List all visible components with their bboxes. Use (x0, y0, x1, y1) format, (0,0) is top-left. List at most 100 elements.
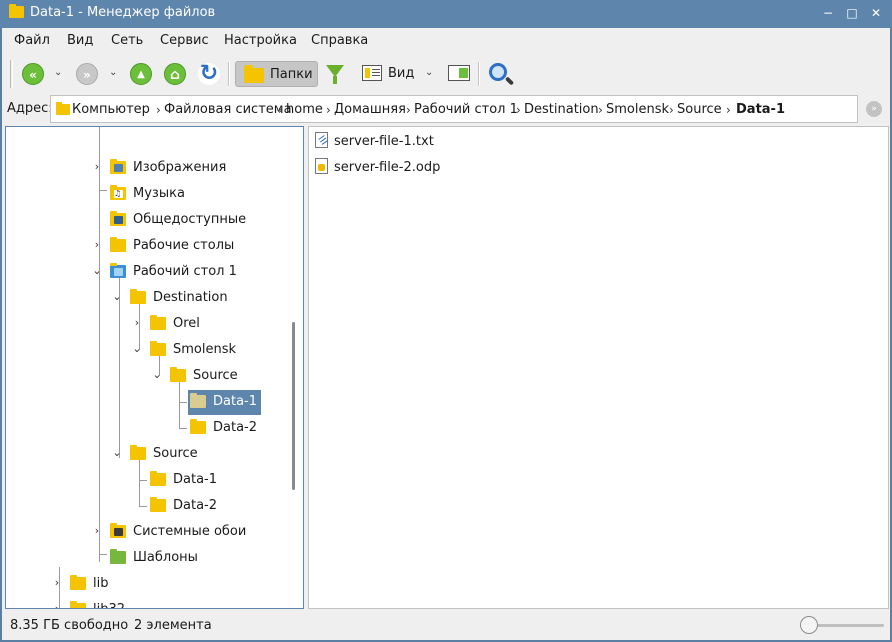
tree-item-lib32[interactable]: › lib32 (6, 598, 286, 608)
folder-icon (150, 497, 166, 512)
tree-scrollbar[interactable] (292, 322, 295, 490)
tree-item-label: Source (153, 446, 198, 461)
tree-item-images[interactable]: › Изображения (6, 156, 286, 180)
minimize-button[interactable]: − (821, 6, 835, 20)
crumb-computer[interactable]: Компьютер (72, 102, 150, 117)
crumb-smolensk[interactable]: Smolensk (606, 102, 669, 117)
file-name: server-file-1.txt (334, 134, 434, 149)
crumb-separator: › (406, 103, 411, 117)
menu-bar: Файл Вид Сеть Сервис Настройка Справка (2, 28, 890, 54)
folder-tree[interactable]: › Изображения ♫ Музыка Общедоступные › Р… (5, 126, 304, 609)
folder-icon (70, 601, 86, 608)
crumb-destination[interactable]: Destination (524, 102, 599, 117)
filter-icon[interactable] (326, 65, 344, 84)
tree-item-public[interactable]: Общедоступные (6, 208, 286, 232)
collapse-arrow-icon[interactable]: ⌄ (112, 290, 122, 303)
folder-icon (130, 445, 146, 460)
music-folder-icon: ♫ (110, 185, 126, 200)
collapse-arrow-icon[interactable]: ⌄ (112, 446, 122, 459)
collapse-arrow-icon[interactable]: ⌄ (92, 264, 102, 277)
address-label: Адрес: (7, 101, 53, 116)
tree-item-templates[interactable]: Шаблоны (6, 546, 286, 570)
forward-history-dropdown[interactable]: ⌄ (109, 68, 119, 78)
tree-item-desktop-1[interactable]: ⌄ Рабочий стол 1 (6, 260, 286, 284)
tree-item-label: Orel (173, 316, 200, 331)
wallpaper-folder-icon (110, 523, 126, 538)
tree-item-source[interactable]: ⌄ Source (6, 442, 286, 466)
crumb-home[interactable]: home (286, 102, 323, 117)
file-name: server-file-2.odp (334, 160, 441, 175)
tree-item-system-wallpapers[interactable]: › Системные обои (6, 520, 286, 544)
expand-arrow-icon[interactable]: › (52, 602, 62, 608)
menu-file[interactable]: Файл (14, 33, 50, 48)
close-button[interactable]: ✕ (869, 6, 883, 20)
tree-item-music[interactable]: ♫ Музыка (6, 182, 286, 206)
file-item[interactable]: server-file-1.txt (313, 130, 513, 152)
folder-icon (150, 315, 166, 330)
refresh-icon[interactable]: ↻ (198, 63, 220, 85)
crumb-home-dir[interactable]: Домашняя (334, 102, 406, 117)
templates-folder-icon (110, 549, 126, 564)
address-field[interactable]: Компьютер › Файловая система › home › До… (50, 95, 858, 123)
go-icon[interactable]: » (866, 101, 882, 117)
folder-icon (110, 237, 126, 252)
folder-icon (170, 367, 186, 382)
tree-item-source-data-1[interactable]: Data-1 (6, 468, 286, 492)
menu-view[interactable]: Вид (67, 33, 93, 48)
window-title: Data-1 - Менеджер файлов (30, 5, 216, 20)
file-list[interactable]: server-file-1.txt server-file-2.odp (308, 126, 889, 609)
crumb-filesystem[interactable]: Файловая система (164, 102, 292, 117)
toolbar-grip[interactable] (10, 60, 13, 88)
tree-item-label: Рабочие столы (133, 238, 235, 253)
crumb-source[interactable]: Source (677, 102, 722, 117)
folder-icon (130, 289, 146, 304)
tree-item-smolensk-source[interactable]: ⌄ Source (6, 364, 286, 388)
tree-item-data-1-selected[interactable]: Data-1 (6, 390, 286, 414)
tree-item-label: Общедоступные (133, 212, 247, 227)
tree-item-label: Data-2 (173, 498, 218, 513)
expand-arrow-icon[interactable]: › (92, 524, 102, 537)
menu-help[interactable]: Справка (311, 33, 368, 48)
tree-item-lib[interactable]: › lib (6, 572, 286, 596)
zoom-slider-handle[interactable] (800, 616, 818, 634)
view-mode-icon[interactable] (362, 65, 382, 81)
tree-item-desktops[interactable]: › Рабочие столы (6, 234, 286, 258)
crumb-current-data-1[interactable]: Data-1 (736, 102, 785, 117)
home-icon[interactable]: ⌂ (164, 63, 186, 85)
up-icon[interactable]: ▲ (130, 63, 152, 85)
maximize-button[interactable]: □ (845, 6, 859, 20)
toolbar-separator (228, 62, 230, 86)
expand-arrow-icon[interactable]: › (92, 160, 102, 173)
tree-item-destination[interactable]: ⌄ Destination (6, 286, 286, 310)
expand-arrow-icon[interactable]: › (92, 238, 102, 251)
tree-item-source-data-2[interactable]: Data-2 (6, 494, 286, 518)
tree-item-smolensk[interactable]: ⌄ Smolensk (6, 338, 286, 362)
desktop-icon (110, 263, 126, 278)
folder-icon (244, 65, 264, 83)
collapse-arrow-icon[interactable]: ⌄ (132, 342, 142, 355)
crumb-separator: › (326, 103, 331, 117)
tree-item-label: lib32 (93, 602, 125, 608)
search-icon[interactable] (489, 63, 507, 81)
menu-settings[interactable]: Настройка (224, 33, 297, 48)
expand-arrow-icon[interactable]: › (132, 316, 142, 329)
folder-icon (70, 575, 86, 590)
crumb-desktop-1[interactable]: Рабочий стол 1 (414, 102, 518, 117)
text-file-icon (315, 132, 328, 148)
expand-arrow-icon[interactable]: › (52, 576, 62, 589)
folders-label: Папки (270, 67, 313, 82)
preview-panel-icon[interactable] (448, 65, 470, 81)
back-icon[interactable]: « (22, 63, 44, 85)
tree-item-orel[interactable]: › Orel (6, 312, 286, 336)
file-item[interactable]: server-file-2.odp (313, 156, 513, 178)
forward-icon[interactable]: » (76, 63, 98, 85)
folders-toggle-button[interactable]: Папки (235, 61, 318, 87)
view-mode-dropdown[interactable]: ⌄ (425, 68, 435, 78)
menu-network[interactable]: Сеть (111, 33, 143, 48)
crumb-separator: › (726, 103, 731, 117)
tree-item-data-2[interactable]: Data-2 (6, 416, 286, 440)
collapse-arrow-icon[interactable]: ⌄ (152, 368, 162, 381)
menu-service[interactable]: Сервис (160, 33, 209, 48)
back-history-dropdown[interactable]: ⌄ (54, 68, 64, 78)
view-mode-label[interactable]: Вид (388, 66, 414, 81)
